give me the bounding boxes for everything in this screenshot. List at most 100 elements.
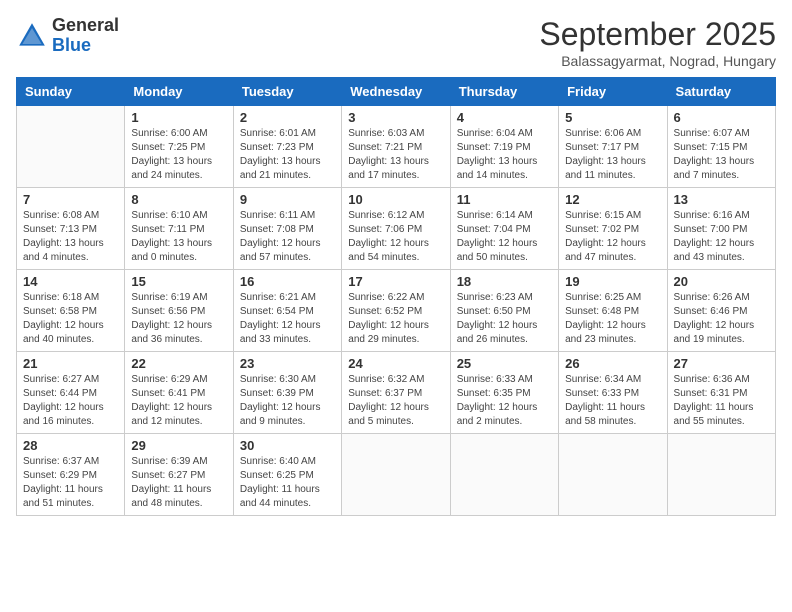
day-number: 15	[131, 274, 226, 289]
day-number: 25	[457, 356, 552, 371]
day-info: Sunrise: 6:11 AMSunset: 7:08 PMDaylight:…	[240, 209, 335, 265]
day-info: Sunrise: 6:27 AMSunset: 6:44 PMDaylight:…	[23, 373, 118, 429]
day-number: 18	[457, 274, 552, 289]
calendar-cell: 1 Sunrise: 6:00 AMSunset: 7:25 PMDaylight…	[125, 106, 233, 188]
day-info: Sunrise: 6:03 AMSunset: 7:21 PMDaylight:…	[348, 127, 443, 183]
day-number: 27	[674, 356, 769, 371]
calendar-cell: 20Sunrise: 6:26 AMSunset: 6:46 PMDayligh…	[667, 270, 775, 352]
calendar-week-5: 28Sunrise: 6:37 AMSunset: 6:29 PMDayligh…	[17, 434, 776, 516]
day-info: Sunrise: 6:30 AMSunset: 6:39 PMDaylight:…	[240, 373, 335, 429]
day-number: 6	[674, 110, 769, 125]
calendar-cell: 16 Sunrise: 6:21 AMSunset: 6:54 PMDayligh…	[233, 270, 341, 352]
day-info: Sunrise: 6:04 AMSunset: 7:19 PMDaylight:…	[457, 127, 552, 183]
day-info: Sunrise: 6:06 AMSunset: 7:17 PMDaylight:…	[565, 127, 660, 183]
day-number: 16	[240, 274, 335, 289]
day-number: 22	[131, 356, 226, 371]
day-info: Sunrise: 6:39 AMSunset: 6:27 PMDaylight:…	[131, 455, 226, 511]
location-subtitle: Balassagyarmat, Nograd, Hungary	[539, 53, 776, 69]
day-info: Sunrise: 6:33 AMSunset: 6:35 PMDaylight:…	[457, 373, 552, 429]
day-number: 21	[23, 356, 118, 371]
calendar-cell: 6 Sunrise: 6:07 AMSunset: 7:15 PMDaylight…	[667, 106, 775, 188]
calendar-cell: 4 Sunrise: 6:04 AMSunset: 7:19 PMDaylight…	[450, 106, 558, 188]
calendar-cell: 24 Sunrise: 6:32 AMSunset: 6:37 PMDayligh…	[342, 352, 450, 434]
logo-text: General Blue	[52, 16, 119, 56]
day-info: Sunrise: 6:40 AMSunset: 6:25 PMDaylight:…	[240, 455, 335, 511]
day-info: Sunrise: 6:19 AMSunset: 6:56 PMDaylight:…	[131, 291, 226, 347]
day-info: Sunrise: 6:14 AMSunset: 7:04 PMDaylight:…	[457, 209, 552, 265]
calendar-cell: 23 Sunrise: 6:30 AMSunset: 6:39 PMDayligh…	[233, 352, 341, 434]
day-info: Sunrise: 6:25 AMSunset: 6:48 PMDaylight:…	[565, 291, 660, 347]
day-info: Sunrise: 6:16 AMSunset: 7:00 PMDaylight:…	[674, 209, 769, 265]
calendar-cell: 12 Sunrise: 6:15 AMSunset: 7:02 PMDayligh…	[559, 188, 667, 270]
calendar-cell: 19 Sunrise: 6:25 AMSunset: 6:48 PMDayligh…	[559, 270, 667, 352]
day-number: 5	[565, 110, 660, 125]
weekday-header-saturday: Saturday	[667, 78, 775, 106]
day-info: Sunrise: 6:12 AMSunset: 7:06 PMDaylight:…	[348, 209, 443, 265]
calendar-cell: 22Sunrise: 6:29 AMSunset: 6:41 PMDayligh…	[125, 352, 233, 434]
day-number: 12	[565, 192, 660, 207]
day-info: Sunrise: 6:00 AMSunset: 7:25 PMDaylight:…	[131, 127, 226, 183]
calendar-cell: 2 Sunrise: 6:01 AMSunset: 7:23 PMDaylight…	[233, 106, 341, 188]
weekday-header-friday: Friday	[559, 78, 667, 106]
calendar-cell: 7 Sunrise: 6:08 AMSunset: 7:13 PMDaylight…	[17, 188, 125, 270]
calendar-cell: 8Sunrise: 6:10 AMSunset: 7:11 PMDaylight…	[125, 188, 233, 270]
day-number: 28	[23, 438, 118, 453]
logo-general: General	[52, 15, 119, 35]
calendar-cell: 17Sunrise: 6:22 AMSunset: 6:52 PMDayligh…	[342, 270, 450, 352]
calendar-cell: 18 Sunrise: 6:23 AMSunset: 6:50 PMDayligh…	[450, 270, 558, 352]
day-number: 14	[23, 274, 118, 289]
day-number: 11	[457, 192, 552, 207]
day-info: Sunrise: 6:07 AMSunset: 7:15 PMDaylight:…	[674, 127, 769, 183]
day-info: Sunrise: 6:10 AMSunset: 7:11 PMDaylight:…	[131, 209, 226, 265]
day-number: 24	[348, 356, 443, 371]
calendar-cell: 21 Sunrise: 6:27 AMSunset: 6:44 PMDayligh…	[17, 352, 125, 434]
day-number: 26	[565, 356, 660, 371]
calendar-cell: 13 Sunrise: 6:16 AMSunset: 7:00 PMDayligh…	[667, 188, 775, 270]
day-info: Sunrise: 6:32 AMSunset: 6:37 PMDaylight:…	[348, 373, 443, 429]
day-number: 29	[131, 438, 226, 453]
day-number: 2	[240, 110, 335, 125]
day-number: 7	[23, 192, 118, 207]
day-number: 10	[348, 192, 443, 207]
calendar-cell	[559, 434, 667, 516]
day-info: Sunrise: 6:36 AMSunset: 6:31 PMDaylight:…	[674, 373, 769, 429]
calendar-cell: 11 Sunrise: 6:14 AMSunset: 7:04 PMDayligh…	[450, 188, 558, 270]
day-info: Sunrise: 6:08 AMSunset: 7:13 PMDaylight:…	[23, 209, 118, 265]
weekday-header-monday: Monday	[125, 78, 233, 106]
calendar-cell: 10 Sunrise: 6:12 AMSunset: 7:06 PMDayligh…	[342, 188, 450, 270]
logo: General Blue	[16, 16, 119, 56]
calendar-week-1: 1 Sunrise: 6:00 AMSunset: 7:25 PMDaylight…	[17, 106, 776, 188]
calendar-cell: 14 Sunrise: 6:18 AMSunset: 6:58 PMDayligh…	[17, 270, 125, 352]
day-number: 3	[348, 110, 443, 125]
day-info: Sunrise: 6:23 AMSunset: 6:50 PMDaylight:…	[457, 291, 552, 347]
calendar-cell	[667, 434, 775, 516]
calendar-table: SundayMondayTuesdayWednesdayThursdayFrid…	[16, 77, 776, 516]
weekday-header-sunday: Sunday	[17, 78, 125, 106]
weekday-header-row: SundayMondayTuesdayWednesdayThursdayFrid…	[17, 78, 776, 106]
weekday-header-wednesday: Wednesday	[342, 78, 450, 106]
day-number: 30	[240, 438, 335, 453]
calendar-cell: 9 Sunrise: 6:11 AMSunset: 7:08 PMDaylight…	[233, 188, 341, 270]
day-info: Sunrise: 6:18 AMSunset: 6:58 PMDaylight:…	[23, 291, 118, 347]
calendar-cell: 15 Sunrise: 6:19 AMSunset: 6:56 PMDayligh…	[125, 270, 233, 352]
calendar-cell	[342, 434, 450, 516]
calendar-cell: 27 Sunrise: 6:36 AMSunset: 6:31 PMDayligh…	[667, 352, 775, 434]
month-title: September 2025	[539, 16, 776, 53]
calendar-cell	[17, 106, 125, 188]
calendar-cell: 3 Sunrise: 6:03 AMSunset: 7:21 PMDaylight…	[342, 106, 450, 188]
calendar-cell: 29 Sunrise: 6:39 AMSunset: 6:27 PMDayligh…	[125, 434, 233, 516]
calendar-cell: 5 Sunrise: 6:06 AMSunset: 7:17 PMDaylight…	[559, 106, 667, 188]
day-number: 13	[674, 192, 769, 207]
day-number: 23	[240, 356, 335, 371]
calendar-cell: 25 Sunrise: 6:33 AMSunset: 6:35 PMDayligh…	[450, 352, 558, 434]
calendar-cell: 28Sunrise: 6:37 AMSunset: 6:29 PMDayligh…	[17, 434, 125, 516]
day-number: 1	[131, 110, 226, 125]
day-info: Sunrise: 6:21 AMSunset: 6:54 PMDaylight:…	[240, 291, 335, 347]
day-number: 9	[240, 192, 335, 207]
day-info: Sunrise: 6:01 AMSunset: 7:23 PMDaylight:…	[240, 127, 335, 183]
day-number: 17	[348, 274, 443, 289]
day-number: 4	[457, 110, 552, 125]
day-info: Sunrise: 6:15 AMSunset: 7:02 PMDaylight:…	[565, 209, 660, 265]
day-number: 19	[565, 274, 660, 289]
calendar-week-3: 14 Sunrise: 6:18 AMSunset: 6:58 PMDayligh…	[17, 270, 776, 352]
